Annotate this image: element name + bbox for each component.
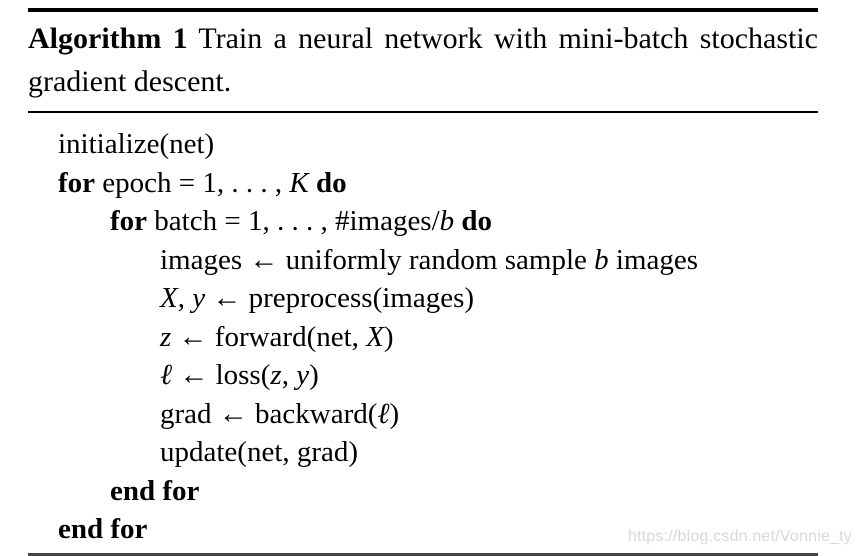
variable-ell: ℓ [160, 359, 173, 392]
assign-arrow-icon: ← [178, 320, 208, 353]
assign-arrow-icon: ← [212, 282, 242, 315]
algorithm-line-for-epoch: for epoch = 1, . . . , K do [58, 166, 347, 199]
variable-X: X [160, 282, 178, 315]
assign-arrow-icon: ← [249, 243, 279, 276]
variable-z: z [270, 359, 282, 392]
variable-K: K [289, 166, 309, 199]
algorithm-line-preprocess: X, y ← preprocess(images) [160, 282, 475, 315]
keyword-end-for: end for [58, 513, 148, 546]
algorithm-line-update: update(net, grad) [160, 436, 359, 469]
algorithm-line-forward: z ← forward(net, X) [160, 320, 394, 353]
watermark: https://blog.csdn.net/Vonnie_ty [627, 528, 852, 545]
keyword-do: do [461, 205, 493, 238]
variable-X: X [366, 320, 384, 353]
keyword-for: for [110, 205, 148, 238]
variable-z: z [160, 320, 172, 353]
variable-ell: ℓ [377, 397, 390, 430]
algorithm-label: Algorithm 1 [28, 22, 188, 55]
algorithm-body: initialize(net) for epoch = 1, . . . , K… [28, 113, 818, 553]
variable-y: y [296, 359, 310, 392]
algorithm-line-sample-images: images ← uniformly random sample b image… [160, 243, 699, 276]
algorithm-figure: Algorithm 1 Train a neural network with … [28, 8, 818, 556]
keyword-for: for [58, 166, 96, 199]
algorithm-line-end-for-inner: end for [28, 472, 818, 511]
figure-rule-bottom [28, 552, 818, 556]
algorithm-line-initialize: initialize(net) [58, 128, 215, 161]
algorithm-line-for-batch: for batch = 1, . . . , #images/b do [110, 205, 493, 238]
variable-y: y [192, 282, 206, 315]
algorithm-caption: Algorithm 1 Train a neural network with … [28, 12, 818, 111]
keyword-do: do [315, 166, 347, 199]
variable-b: b [594, 243, 609, 276]
algorithm-line-backward: grad ← backward(ℓ) [160, 397, 400, 430]
keyword-end-for: end for [110, 474, 200, 507]
algorithm-line-loss: ℓ ← loss(z, y) [160, 359, 319, 392]
assign-arrow-icon: ← [218, 397, 248, 430]
assign-arrow-icon: ← [179, 359, 209, 392]
variable-b: b [439, 205, 455, 238]
